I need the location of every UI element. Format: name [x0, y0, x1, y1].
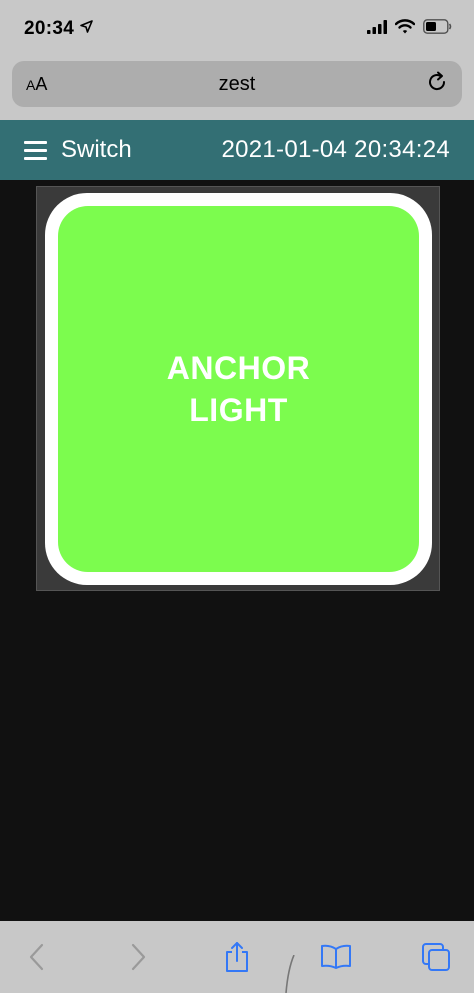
location-arrow-icon — [80, 20, 93, 38]
status-right — [367, 19, 452, 39]
share-icon — [224, 941, 250, 978]
reload-button[interactable] — [408, 71, 448, 98]
status-left: 20:34 — [24, 18, 93, 40]
page: 20:34 AA zest Switch 2021-01-04 20:34:24… — [0, 0, 474, 993]
forward-button[interactable] — [118, 939, 158, 979]
switch-face[interactable]: ANCHOR LIGHT — [58, 206, 419, 572]
switch-label-line1: ANCHOR — [166, 350, 311, 386]
tabs-icon — [421, 942, 451, 977]
header-datetime: 2021-01-04 20:34:24 — [221, 136, 450, 163]
share-button[interactable] — [217, 939, 257, 979]
wifi-icon — [394, 19, 416, 39]
switch-panel: ANCHOR LIGHT — [36, 186, 440, 591]
hamburger-menu-icon[interactable] — [24, 140, 47, 160]
text-size-button[interactable]: AA — [26, 74, 66, 95]
home-indicator — [284, 954, 296, 993]
status-time: 20:34 — [24, 18, 75, 39]
battery-icon — [423, 19, 452, 39]
bookmarks-button[interactable] — [316, 939, 356, 979]
text-size-small-glyph: A — [26, 76, 36, 93]
status-bar: 20:34 — [0, 0, 474, 58]
back-button[interactable] — [17, 939, 57, 979]
switch-label-line2: LIGHT — [189, 392, 288, 428]
tabs-button[interactable] — [416, 939, 456, 979]
browser-address-area: AA zest — [0, 58, 474, 120]
app-header: Switch 2021-01-04 20:34:24 — [0, 120, 474, 180]
url-text[interactable]: zest — [219, 73, 256, 96]
anchor-light-switch-button[interactable]: ANCHOR LIGHT — [45, 193, 432, 585]
page-title: Switch — [61, 136, 132, 163]
cellular-signal-icon — [367, 19, 387, 39]
text-size-large-glyph: A — [35, 73, 48, 94]
address-bar[interactable]: AA zest — [12, 61, 462, 107]
chevron-left-icon — [28, 943, 46, 976]
browser-toolbar — [0, 921, 474, 993]
reload-icon — [426, 71, 448, 98]
chevron-right-icon — [129, 943, 147, 976]
book-icon — [320, 944, 352, 975]
